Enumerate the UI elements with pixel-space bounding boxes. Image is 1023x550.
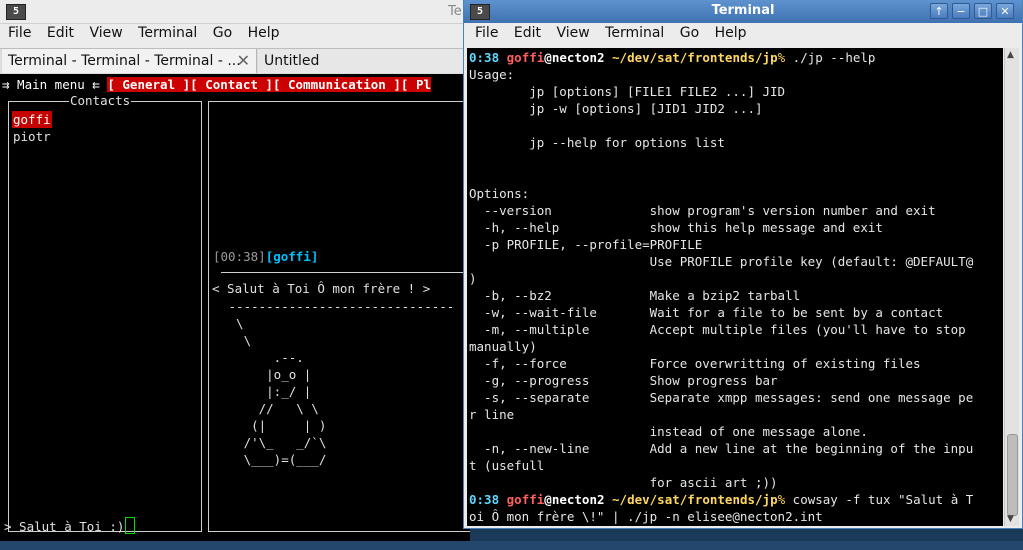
- menu-terminal[interactable]: Terminal: [605, 25, 664, 41]
- command-2-continued: oi Ô mon frère \!" | ./jp -n elisee@nect…: [469, 509, 823, 524]
- close-button-icon[interactable]: ✕: [996, 3, 1014, 19]
- app-menu-line: ⇉ Main menu ⇇ [ General ][ Contact ][ Co…: [2, 76, 431, 93]
- contact-item-goffi[interactable]: goffi: [12, 111, 52, 128]
- terminal-app-icon: 5: [6, 4, 26, 20]
- terminal-output: 0:38 goffi@necton2 ~/dev/sat/frontends/j…: [469, 49, 973, 525]
- chat-input-text: > Salut à Toi :): [4, 519, 125, 534]
- bg-window-title: Te: [448, 4, 462, 19]
- menu-plugins[interactable]: [ Pl: [400, 77, 431, 92]
- maximize-button-icon[interactable]: □: [974, 3, 992, 19]
- prompt-2: 0:38 goffi@necton2 ~/dev/sat/frontends/j…: [469, 492, 786, 507]
- menu-general[interactable]: [ General ]: [107, 77, 191, 92]
- chat-panel: [00:38][goffi] < Salut à Toi Ô mon frère…: [208, 101, 470, 532]
- menu-go[interactable]: Go: [680, 25, 699, 41]
- speech-bubble-text: < Salut à Toi Ô mon frère ! >: [212, 281, 431, 296]
- chat-nick: [goffi]: [265, 249, 319, 264]
- tab-terminal[interactable]: Terminal - Terminal - Terminal - ... ✕: [2, 49, 257, 73]
- tux-ascii-art: ------------------------------ \ \ .--. …: [228, 299, 455, 467]
- minimize-button-icon[interactable]: −: [952, 3, 970, 19]
- menu-file[interactable]: File: [475, 25, 498, 41]
- chat-timestamp: [00:38]: [213, 249, 266, 264]
- scrollbar-thumb[interactable]: [1007, 434, 1018, 516]
- chat-input[interactable]: > Salut à Toi :): [4, 517, 136, 535]
- tab-label: Untitled: [264, 53, 320, 69]
- contact-item-piotr[interactable]: piotr: [13, 128, 51, 145]
- scroll-down-icon[interactable]: ▼: [1007, 514, 1014, 524]
- menu-help[interactable]: Help: [715, 25, 747, 41]
- tab-bar: Terminal - Terminal - Terminal - ... ✕ U…: [0, 48, 470, 75]
- menu-view[interactable]: View: [556, 25, 589, 41]
- scroll-up-icon[interactable]: ▲: [1007, 50, 1014, 60]
- menu-view[interactable]: View: [89, 25, 122, 41]
- help-output: Usage: jp [options] [FILE1 FILE2 ...] JI…: [469, 67, 974, 490]
- shade-button-icon[interactable]: ↑: [930, 3, 948, 19]
- menu-file[interactable]: File: [8, 25, 31, 41]
- menu-edit[interactable]: Edit: [47, 25, 74, 41]
- contacts-panel: Contacts goffi piotr: [8, 92, 202, 532]
- fg-terminal-content[interactable]: 0:38 goffi@necton2 ~/dev/sat/frontends/j…: [467, 48, 1003, 526]
- menu-contact[interactable]: [ Contact ]: [190, 77, 273, 92]
- menu-help[interactable]: Help: [248, 25, 280, 41]
- text-cursor: [125, 517, 136, 534]
- menu-go[interactable]: Go: [213, 25, 232, 41]
- foreground-terminal-window: 5 Terminal ↑ − □ ✕ File Edit View Termin…: [463, 0, 1023, 529]
- command-1: ./jp --help: [785, 50, 876, 65]
- menu-terminal[interactable]: Terminal: [138, 25, 197, 41]
- vertical-scrollbar[interactable]: ▲ ▼: [1004, 48, 1019, 526]
- menu-edit[interactable]: Edit: [514, 25, 541, 41]
- fg-title-bar[interactable]: 5 Terminal ↑ − □ ✕: [464, 0, 1022, 23]
- chat-message-header: [00:38][goffi]: [213, 248, 318, 265]
- main-menu-label[interactable]: ⇉ Main menu ⇇: [2, 77, 107, 92]
- bg-title-bar[interactable]: 5 Te: [0, 0, 470, 24]
- bg-menu-bar: File Edit View Terminal Go Help: [8, 25, 291, 47]
- prompt-1: 0:38 goffi@necton2 ~/dev/sat/frontends/j…: [469, 50, 786, 65]
- command-2: cowsay -f tux "Salut à T: [785, 492, 974, 507]
- bg-terminal-content[interactable]: ⇉ Main menu ⇇ [ General ][ Contact ][ Co…: [0, 74, 470, 541]
- tab-untitled[interactable]: Untitled: [258, 49, 470, 73]
- background-terminal-window: 5 Te File Edit View Terminal Go Help Ter…: [0, 0, 470, 541]
- tab-label: Terminal - Terminal - Terminal - ...: [8, 53, 241, 69]
- speech-bubble-top: [221, 272, 470, 273]
- fg-menu-bar: File Edit View Terminal Go Help: [475, 25, 758, 47]
- desktop-taskbar: [0, 541, 1023, 550]
- contacts-title: Contacts: [69, 92, 132, 109]
- close-tab-icon[interactable]: ✕: [237, 49, 250, 73]
- menu-communication[interactable]: [ Communication ]: [272, 77, 401, 92]
